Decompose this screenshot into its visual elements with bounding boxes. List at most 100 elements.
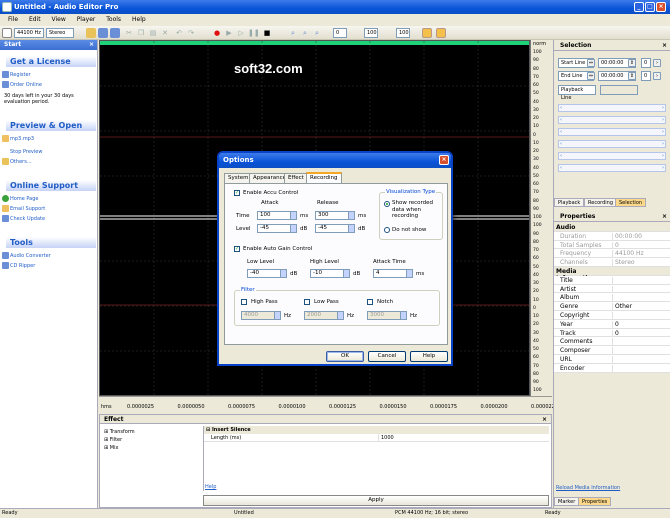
start-go-button[interactable]: › (653, 59, 661, 67)
menu-help[interactable]: Help (132, 14, 146, 26)
property-row[interactable]: Composer (554, 346, 670, 356)
property-row[interactable]: Album (554, 293, 670, 303)
property-row[interactable]: Frequency 44100 Hz (554, 249, 670, 259)
enable-accu-checkbox[interactable]: ✓ (234, 190, 240, 196)
scroll-slider-2[interactable]: ‹ › (558, 116, 666, 124)
release-level-input[interactable]: -45 (315, 224, 355, 233)
zoom-fit-icon[interactable]: ⌕ (312, 28, 322, 38)
open-icon[interactable] (86, 28, 96, 38)
zoom-field-1[interactable]: 0 (333, 28, 347, 38)
start-line-set-button[interactable]: ⇔ (587, 59, 595, 67)
dialog-help-button[interactable]: Help (410, 351, 448, 362)
start-time-spin[interactable]: ⇕ (628, 59, 636, 67)
delete-icon[interactable]: ✕ (160, 28, 170, 38)
pause-icon[interactable]: ❚❚ (248, 28, 260, 38)
end-go-button[interactable]: › (653, 72, 661, 80)
property-row[interactable]: Year 0 (554, 319, 670, 329)
scroll-slider-4[interactable]: ‹ › (558, 140, 666, 148)
high-level-input[interactable]: -10 (310, 269, 350, 278)
property-row[interactable]: Track 0 (554, 328, 670, 338)
cd-ripper-link[interactable]: CD Ripper (2, 262, 35, 269)
paste-icon[interactable]: ▤ (148, 28, 158, 38)
channels-select[interactable]: Stereo (46, 28, 74, 38)
save-icon[interactable] (98, 28, 108, 38)
vertical-zoom-in-icon[interactable] (422, 28, 432, 38)
minimize-button[interactable]: _ (634, 2, 644, 12)
property-value[interactable] (612, 311, 667, 320)
close-icon[interactable]: × (542, 415, 547, 424)
notch-input[interactable]: 3000 (367, 311, 407, 320)
tab-properties[interactable]: Properties (578, 497, 612, 506)
attack-time-input[interactable]: 4 (373, 269, 413, 278)
tools-section-title[interactable]: Tools (4, 237, 96, 248)
ok-button[interactable]: OK (326, 351, 364, 362)
order-online-link[interactable]: Order Online (2, 81, 42, 88)
vertical-zoom-out-icon[interactable] (436, 28, 446, 38)
redo-icon[interactable]: ↷ (186, 28, 196, 38)
register-link[interactable]: Register (2, 71, 31, 78)
property-value[interactable] (612, 364, 667, 373)
property-row[interactable]: Copyright (554, 310, 670, 320)
high-pass-checkbox[interactable] (241, 299, 247, 305)
menu-edit[interactable]: Edit (29, 14, 41, 26)
apply-button[interactable]: Apply (203, 495, 549, 506)
others-link[interactable]: Others... (2, 158, 32, 165)
enable-agc-checkbox[interactable]: ✓ (234, 246, 240, 252)
tab-recording[interactable]: Recording (584, 198, 618, 207)
recent-file-link[interactable]: mp3.mp3 (2, 135, 34, 142)
zoom-field-2[interactable]: 100 (364, 28, 378, 38)
menu-player[interactable]: Player (77, 14, 96, 26)
new-file-icon[interactable] (2, 28, 12, 38)
property-row[interactable]: Encoder (554, 363, 670, 373)
param-value[interactable]: 1000 (378, 434, 394, 442)
zoom-in-icon[interactable]: ⌕ (288, 28, 298, 38)
property-value[interactable] (612, 355, 667, 364)
property-value[interactable] (612, 338, 667, 347)
support-section-title[interactable]: Online Support (4, 180, 96, 191)
tree-item-transform[interactable]: ⊞ Transform (104, 428, 135, 436)
property-row[interactable]: Duration 00:00:00 (554, 231, 670, 241)
low-pass-checkbox[interactable] (304, 299, 310, 305)
do-not-show-radio[interactable] (384, 227, 390, 233)
home-page-link[interactable]: Home Page (2, 195, 38, 202)
scroll-slider-1[interactable]: ‹ › (558, 104, 666, 112)
property-row[interactable]: Total Samples 0 (554, 240, 670, 250)
tab-recording-options[interactable]: Recording (306, 172, 342, 183)
tab-playback[interactable]: Playback (554, 198, 585, 207)
tab-effect[interactable]: Effect (284, 173, 308, 183)
start-frame-field[interactable]: 0 (641, 58, 651, 68)
close-icon[interactable]: × (662, 40, 667, 51)
menu-view[interactable]: View (52, 14, 66, 26)
close-icon[interactable]: × (662, 211, 667, 222)
scroll-slider-5[interactable]: ‹ › (558, 152, 666, 160)
close-icon[interactable]: × (89, 40, 94, 50)
scroll-slider-3[interactable]: ‹ › (558, 128, 666, 136)
stop-icon[interactable]: ■ (262, 28, 272, 38)
media-category[interactable]: Media Information (554, 266, 670, 282)
maximize-button[interactable]: □ (645, 2, 655, 12)
end-line-set-button[interactable]: ⇔ (587, 72, 595, 80)
attack-level-input[interactable]: -45 (257, 224, 297, 233)
menu-file[interactable]: File (8, 14, 18, 26)
end-time-spin[interactable]: ⇕ (628, 72, 636, 80)
high-pass-input[interactable]: 4000 (241, 311, 281, 320)
dialog-close-button[interactable]: × (439, 155, 449, 165)
property-value[interactable]: Other (612, 303, 667, 312)
property-value[interactable]: 0 (612, 320, 667, 329)
play-loop-icon[interactable]: ▷ (236, 28, 246, 38)
help-link[interactable]: Help (205, 484, 216, 490)
param-row[interactable]: Length (ms) 1000 (204, 434, 549, 442)
tree-item-mix[interactable]: ⊞ Mix (104, 444, 135, 452)
release-time-input[interactable]: 300 (315, 211, 355, 220)
attack-time-input[interactable]: 100 (257, 211, 297, 220)
preview-section-title[interactable]: Preview & Open (4, 120, 96, 131)
tree-item-filter[interactable]: ⊞ Filter (104, 436, 135, 444)
menu-tools[interactable]: Tools (106, 14, 121, 26)
property-row[interactable]: Genre Other (554, 302, 670, 312)
property-value[interactable] (612, 294, 667, 303)
property-row[interactable]: URL (554, 354, 670, 364)
scroll-slider-6[interactable]: ‹ › (558, 164, 666, 172)
record-icon[interactable]: ● (212, 28, 222, 38)
end-frame-field[interactable]: 0 (641, 71, 651, 81)
copy-icon[interactable]: ❐ (136, 28, 146, 38)
